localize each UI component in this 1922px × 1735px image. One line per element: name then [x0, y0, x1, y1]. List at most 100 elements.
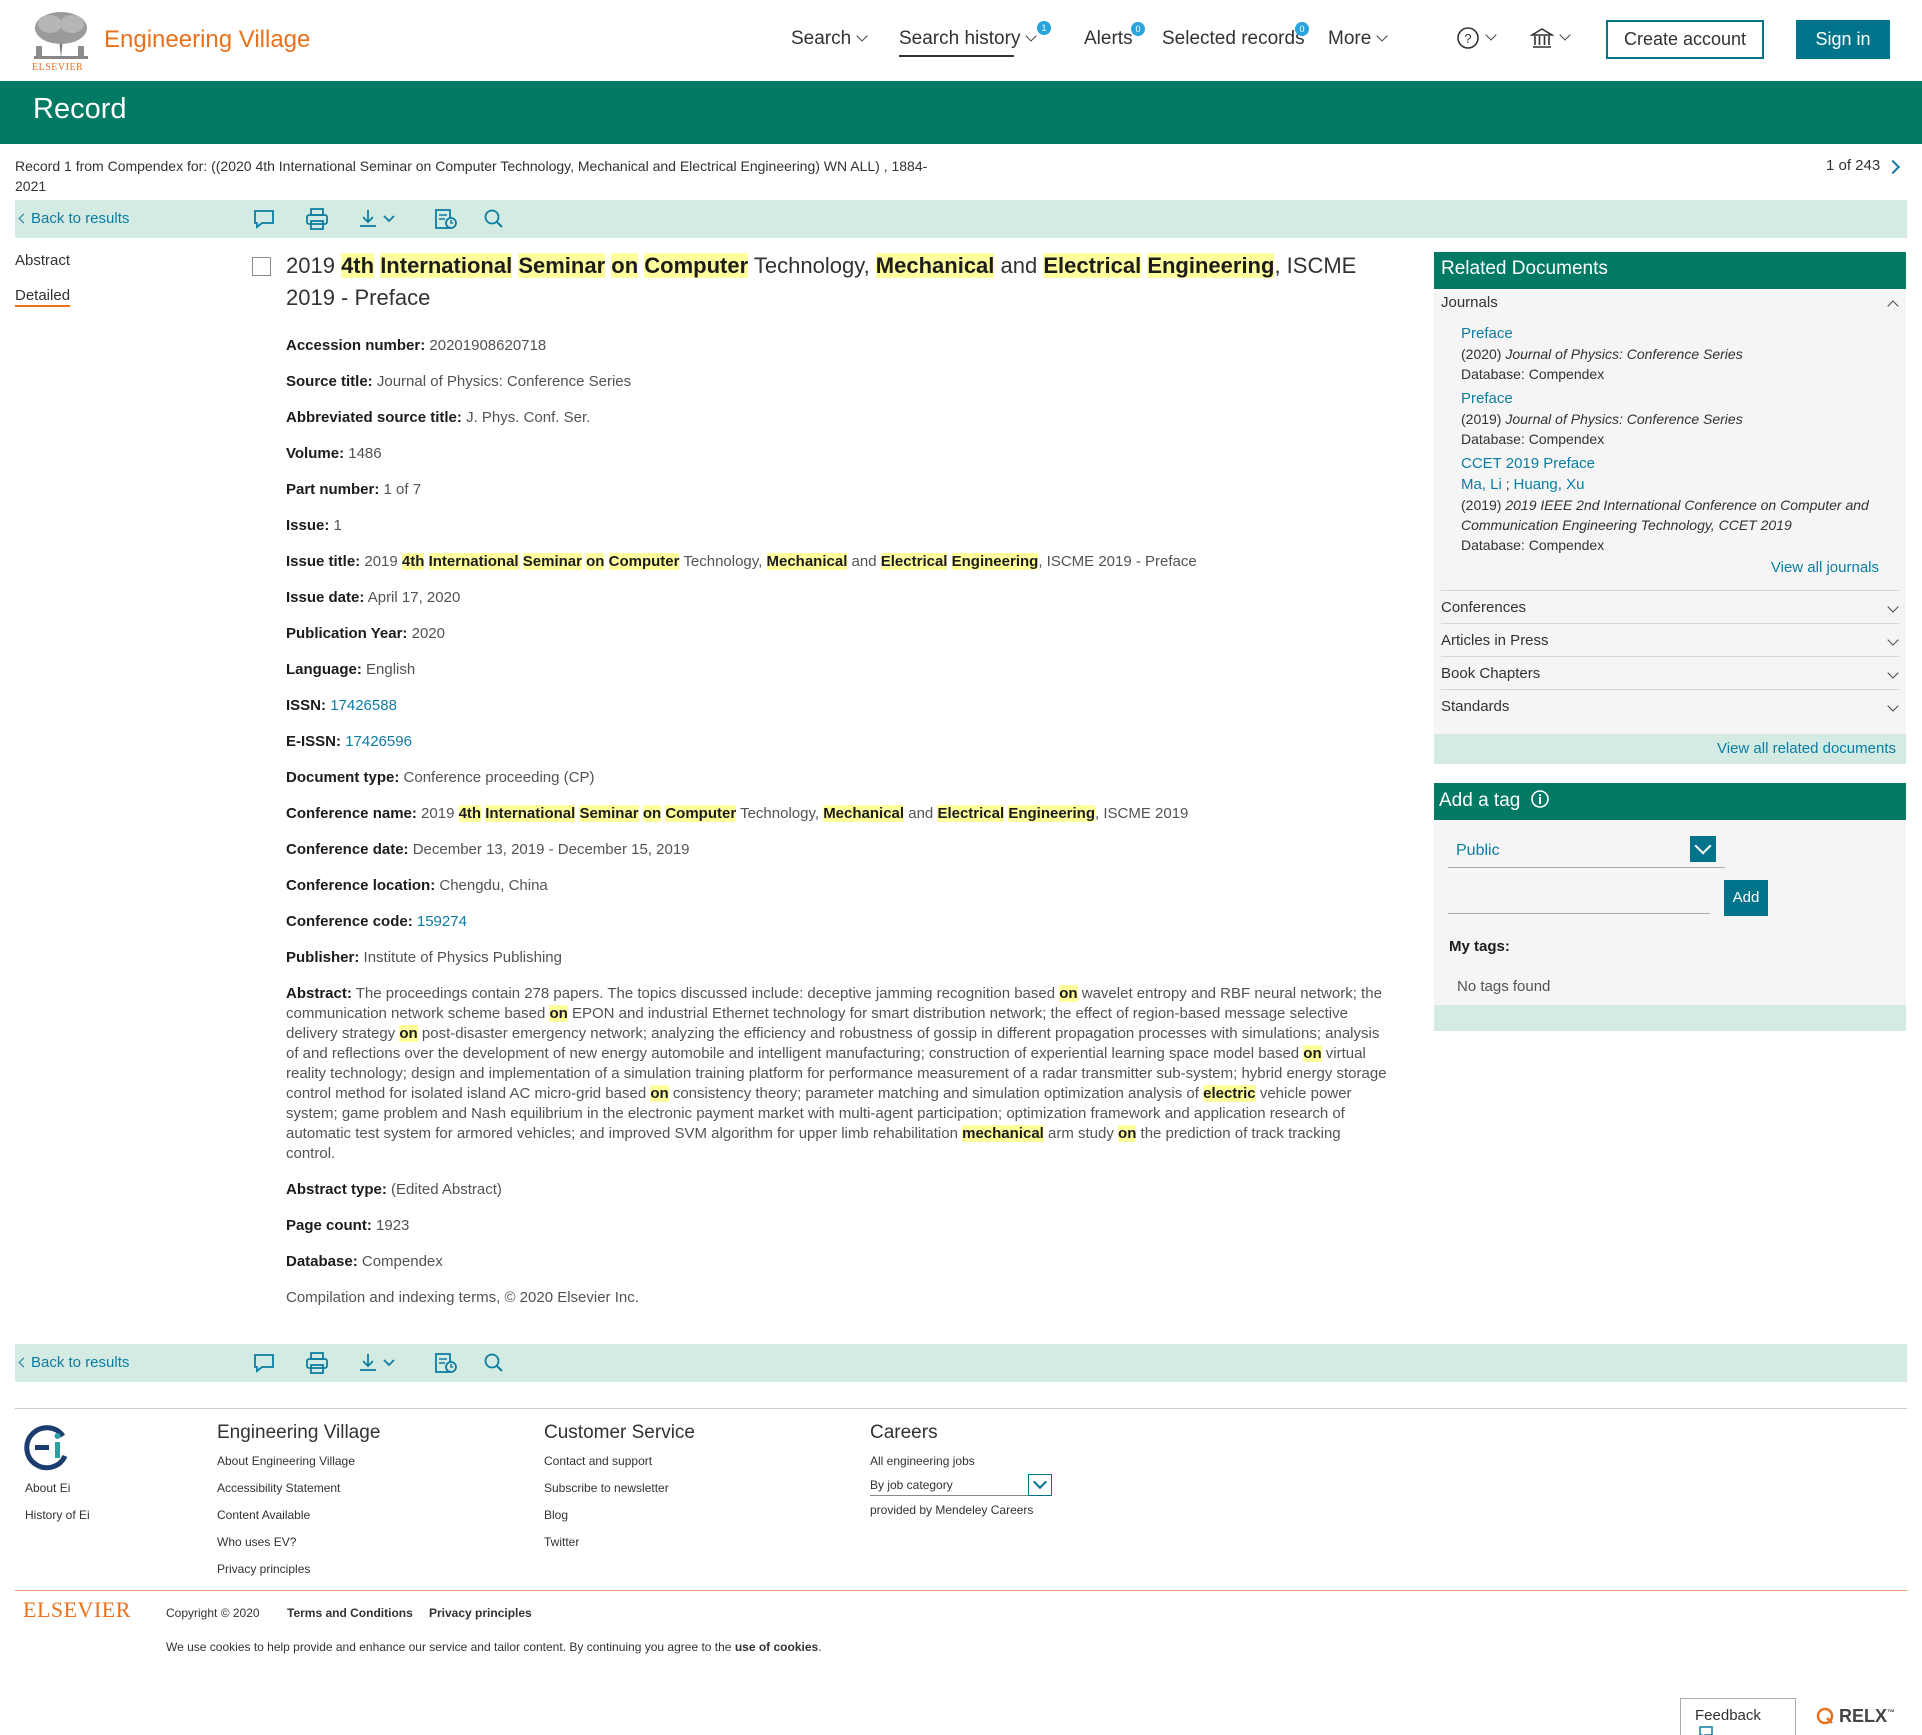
eissn-link[interactable]: 17426596	[345, 733, 412, 750]
divider	[1441, 656, 1899, 657]
footer-link[interactable]: Contact and support	[544, 1454, 695, 1481]
conference-code-link[interactable]: 159274	[417, 913, 467, 930]
field-value: Chengdu, China	[439, 877, 548, 894]
search-term-highlight: International	[485, 805, 576, 822]
search-term-highlight: on	[1059, 985, 1078, 1002]
footer-link[interactable]: Content Available	[217, 1508, 380, 1535]
footer-col-heading: Customer Service	[544, 1422, 695, 1443]
field-source-title: Source title: Journal of Physics: Confer…	[286, 372, 1392, 408]
view-all-journals-link[interactable]: View all journals	[1771, 559, 1879, 576]
field-abstract: Abstract: The proceedings contain 278 pa…	[286, 984, 1392, 1164]
citation-export-icon[interactable]	[433, 1351, 459, 1375]
footer-about-ei-link[interactable]: About Ei	[25, 1481, 70, 1495]
elsevier-footer-logo[interactable]: ELSEVIER	[23, 1597, 131, 1623]
help-menu[interactable]: ?	[1456, 26, 1497, 50]
use-of-cookies-link[interactable]: use of cookies	[735, 1640, 818, 1654]
related-item: Preface (2019) Journal of Physics: Confe…	[1461, 388, 1891, 449]
brand-title[interactable]: Engineering Village	[104, 26, 310, 54]
chevron-down-icon	[1028, 1474, 1052, 1496]
tag-visibility-select[interactable]: Public	[1448, 836, 1725, 868]
print-icon[interactable]	[304, 1351, 330, 1375]
feedback-button[interactable]: Feedback	[1680, 1698, 1796, 1735]
footer-link[interactable]: About Engineering Village	[217, 1454, 380, 1481]
field-value: Compendex	[361, 1253, 443, 1270]
chevron-down-icon	[1485, 29, 1497, 41]
print-icon[interactable]	[304, 207, 330, 231]
nav-alerts[interactable]: Alerts	[1084, 28, 1133, 50]
record-toolbar-bottom: Back to results	[15, 1344, 1907, 1382]
comment-icon[interactable]	[251, 207, 277, 231]
chevron-down-icon	[856, 30, 868, 42]
footer-link[interactable]: Twitter	[544, 1535, 695, 1562]
relx-mark-icon	[1816, 1707, 1834, 1725]
active-nav-underline	[899, 55, 1014, 57]
create-account-button[interactable]: Create account	[1606, 20, 1764, 59]
elsevier-tree-logo[interactable]	[30, 8, 92, 62]
job-category-select[interactable]: By job category	[870, 1474, 1052, 1496]
nav-detailed-view[interactable]: Detailed	[15, 287, 71, 307]
nav-search[interactable]: Search	[791, 28, 868, 50]
back-to-results-link[interactable]: Back to results	[31, 1354, 129, 1371]
footer-link[interactable]: Privacy principles	[217, 1562, 380, 1589]
field-value: (Edited Abstract)	[391, 1181, 502, 1198]
journals-label: Journals	[1441, 294, 1498, 311]
sign-in-button[interactable]: Sign in	[1796, 20, 1890, 59]
text-segment: , ISCME 2019	[1095, 805, 1189, 822]
search-icon[interactable]	[481, 207, 507, 231]
add-tag-button[interactable]: Add	[1724, 880, 1768, 916]
related-item-title-link[interactable]: Preface	[1461, 325, 1513, 342]
related-book-chapters-toggle[interactable]: Book Chapters	[1441, 665, 1899, 682]
text-segment	[604, 553, 608, 570]
related-item-year: (2019)	[1461, 411, 1502, 427]
nav-abstract-view[interactable]: Abstract	[15, 252, 70, 269]
field-label: Part number:	[286, 481, 380, 498]
terms-link[interactable]: Terms and Conditions	[287, 1606, 413, 1620]
related-standards-toggle[interactable]: Standards	[1441, 698, 1899, 715]
related-item-title-link[interactable]: Preface	[1461, 390, 1513, 407]
institution-menu[interactable]	[1529, 26, 1571, 50]
no-tags-message: No tags found	[1457, 978, 1551, 995]
next-record-chevron-icon[interactable]	[1885, 159, 1901, 175]
ei-logo[interactable]	[23, 1424, 71, 1472]
footer-link[interactable]: Blog	[544, 1508, 695, 1535]
tag-input[interactable]	[1448, 886, 1710, 914]
related-item-title-link[interactable]: CCET 2019 Preface	[1461, 455, 1595, 472]
nav-alerts-label: Alerts	[1084, 28, 1133, 49]
related-articles-in-press-toggle[interactable]: Articles in Press	[1441, 632, 1899, 649]
related-item: CCET 2019 Preface Ma, Li ; Huang, Xu (20…	[1461, 455, 1869, 553]
field-issue-date: Issue date: April 17, 2020	[286, 588, 1392, 624]
footer-history-ei-link[interactable]: History of Ei	[25, 1508, 90, 1522]
related-conferences-toggle[interactable]: Conferences	[1441, 599, 1899, 616]
field-label: Issue date:	[286, 589, 365, 606]
footer-link[interactable]: Accessibility Statement	[217, 1481, 380, 1508]
privacy-link[interactable]: Privacy principles	[429, 1606, 532, 1620]
chevron-down-icon	[1887, 667, 1899, 679]
field-value: 2020	[411, 625, 445, 642]
svg-text:?: ?	[1464, 31, 1471, 46]
related-journals-toggle[interactable]: Journals	[1441, 294, 1899, 312]
comment-icon[interactable]	[251, 1351, 277, 1375]
nav-more[interactable]: More	[1328, 28, 1388, 50]
search-icon[interactable]	[481, 1351, 507, 1375]
download-icon[interactable]	[357, 207, 403, 231]
info-icon[interactable]	[1530, 789, 1550, 809]
footer-divider	[15, 1408, 1907, 1409]
search-term-highlight: Electrical	[1043, 253, 1142, 278]
footer-link[interactable]: Who uses EV?	[217, 1535, 380, 1562]
related-item-author-link[interactable]: Huang, Xu	[1514, 476, 1585, 493]
view-all-related-documents-link[interactable]: View all related documents	[1717, 740, 1896, 757]
issn-link[interactable]: 17426588	[330, 697, 397, 714]
nav-selected-records[interactable]: Selected records	[1162, 28, 1305, 50]
footer-col-customer-service: Customer Service Contact and support Sub…	[544, 1422, 695, 1562]
related-item-author-link[interactable]: Ma, Li	[1461, 476, 1502, 493]
citation-export-icon[interactable]	[433, 207, 459, 231]
back-to-results-link[interactable]: Back to results	[31, 210, 129, 227]
field-value: 1923	[376, 1217, 410, 1234]
field-publication-year: Publication Year: 2020	[286, 624, 1392, 660]
related-item-source: Journal of Physics: Conference Series	[1505, 411, 1743, 427]
add-tag-heading: Add a tag	[1434, 783, 1906, 820]
nav-search-history[interactable]: Search history	[899, 28, 1038, 50]
select-record-checkbox[interactable]	[252, 257, 271, 276]
download-icon[interactable]	[357, 1351, 403, 1375]
footer-link[interactable]: Subscribe to newsletter	[544, 1481, 695, 1508]
